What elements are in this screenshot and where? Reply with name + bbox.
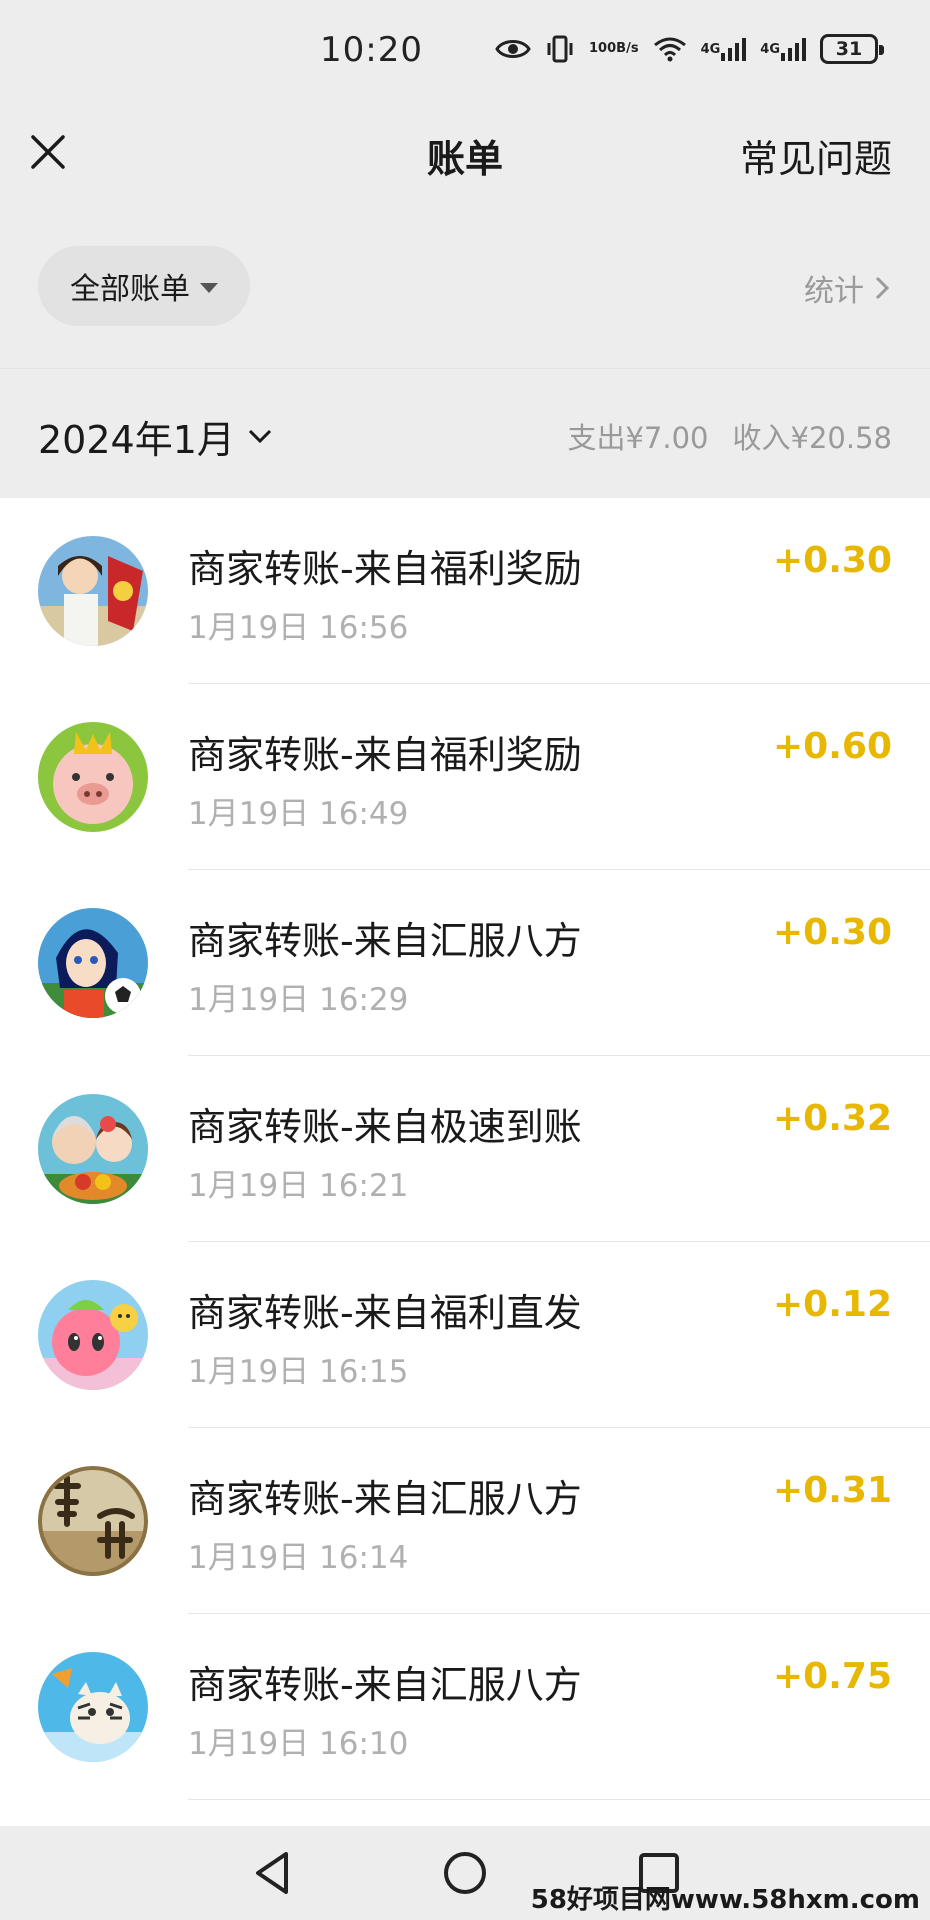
stats-label: 统计	[804, 274, 864, 309]
month-label: 2024年1月	[38, 418, 235, 462]
nav-bar: 账单 常见问题	[0, 110, 930, 198]
transaction-amount: +0.30	[773, 540, 892, 581]
transaction-title: 商家转账-来自极速到账	[188, 1105, 582, 1149]
merchant-avatar	[38, 908, 148, 1018]
transaction-row[interactable]: 商家转账-来自极速到账 1月19日 16:21 +0.32	[0, 1056, 930, 1242]
transaction-title: 商家转账-来自福利奖励	[188, 733, 582, 777]
income-total: 收入¥20.58	[732, 421, 892, 455]
battery-level: 31	[835, 38, 863, 60]
chevron-down-icon	[248, 429, 271, 443]
transaction-title: 商家转账-来自福利直发	[188, 1291, 582, 1335]
back-triangle-icon	[256, 1852, 288, 1894]
transaction-row[interactable]: 商家转账-来自汇服八方 1月19日 16:29 +0.30	[0, 870, 930, 1056]
transaction-amount: +0.32	[773, 1098, 892, 1139]
transaction-time: 1月19日 16:49	[188, 796, 409, 832]
home-circle-icon	[444, 1852, 486, 1894]
transaction-amount: +0.12	[773, 1284, 892, 1325]
filter-label: 全部账单	[70, 272, 190, 307]
watermark-text: 58好项目网www.58hxm.com	[530, 1885, 920, 1915]
transaction-title: 商家转账-来自汇服八方	[188, 1663, 582, 1707]
merchant-avatar	[38, 536, 148, 646]
transaction-row[interactable]: 商家转账-来自福利直发 1月19日 16:15 +0.12	[0, 1242, 930, 1428]
transaction-row[interactable]: 商家转账-来自福利奖励 1月19日 16:49 +0.60	[0, 684, 930, 870]
month-header: 2024年1月 支出¥7.00 收入¥20.58	[0, 368, 930, 498]
transaction-title: 商家转账-来自汇服八方	[188, 1477, 582, 1521]
stats-link[interactable]: 统计	[804, 266, 890, 310]
transaction-title: 商家转账-来自福利奖励	[188, 547, 582, 591]
transaction-amount: +0.60	[773, 726, 892, 767]
merchant-avatar	[38, 1280, 148, 1390]
transaction-row[interactable]: 商家转账-来自汇服八方 1月19日 16:10 +0.75	[0, 1614, 930, 1800]
filter-row: 全部账单 统计	[0, 240, 930, 330]
transaction-time: 1月19日 16:56	[188, 610, 409, 646]
transaction-amount: +0.30	[773, 912, 892, 953]
status-icons: 100 B/s 4G 4G 31	[495, 34, 884, 64]
transaction-time: 1月19日 16:29	[188, 982, 409, 1018]
divider	[188, 1799, 930, 1800]
transaction-time: 1月19日 16:21	[188, 1168, 409, 1204]
status-time: 10:20	[320, 30, 423, 70]
signal-2-icon: 4G	[760, 37, 806, 61]
battery-icon: 31	[820, 34, 884, 64]
transaction-amount: +0.75	[773, 1656, 892, 1697]
net-speed: 100 B/s	[589, 41, 639, 56]
transaction-time: 1月19日 16:15	[188, 1354, 409, 1390]
chevron-right-icon	[875, 276, 890, 300]
month-summary: 支出¥7.00 收入¥20.58	[567, 415, 892, 457]
eye-icon	[495, 37, 531, 61]
transaction-row[interactable]: 商家转账-来自汇服八方 1月19日 16:14 +0.31	[0, 1428, 930, 1614]
merchant-avatar	[38, 1094, 148, 1204]
transaction-time: 1月19日 16:14	[188, 1540, 409, 1576]
system-nav-bar: 58好项目网www.58hxm.com	[0, 1826, 930, 1920]
transaction-list: 商家转账-来自福利奖励 1月19日 16:56 +0.30 商家转账-来自福利奖…	[0, 498, 930, 1826]
bill-type-filter[interactable]: 全部账单	[38, 246, 250, 326]
transaction-time: 1月19日 16:10	[188, 1726, 409, 1762]
transaction-amount: +0.31	[773, 1470, 892, 1511]
vibrate-icon	[545, 35, 575, 63]
wifi-icon	[653, 36, 687, 62]
status-bar: 10:20 100 B/s 4G 4G 31	[0, 0, 930, 110]
caret-down-icon	[200, 283, 218, 293]
faq-link[interactable]: 常见问题	[740, 128, 892, 183]
back-button[interactable]	[246, 1846, 300, 1900]
bill-page: 10:20 100 B/s 4G 4G 31 账单 常见问题 全部账单 统计 2…	[0, 0, 930, 1920]
merchant-avatar	[38, 1652, 148, 1762]
month-selector[interactable]: 2024年1月	[38, 409, 273, 464]
transaction-title: 商家转账-来自汇服八方	[188, 919, 582, 963]
home-button[interactable]	[438, 1846, 492, 1900]
signal-1-icon: 4G	[701, 37, 747, 61]
merchant-avatar	[38, 722, 148, 832]
expense-total: 支出¥7.00	[567, 421, 709, 455]
merchant-avatar	[38, 1466, 148, 1576]
transaction-row[interactable]: 商家转账-来自福利奖励 1月19日 16:56 +0.30	[0, 498, 930, 684]
